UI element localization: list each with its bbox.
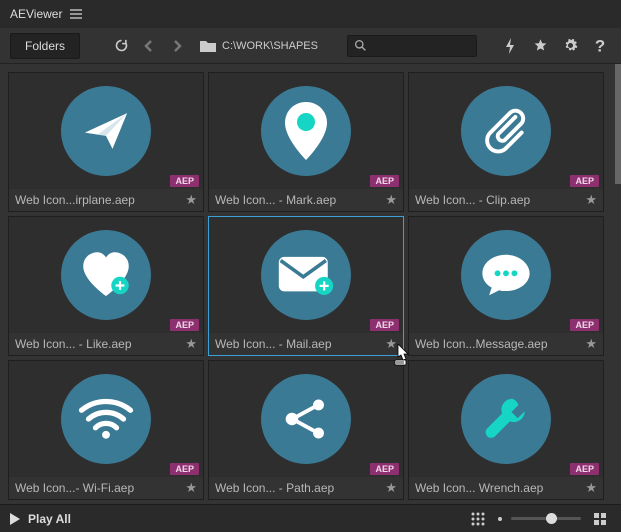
toolbar: Folders C:\WORK\SHAPES ? [0, 28, 621, 64]
filetype-badge: AEP [370, 463, 399, 475]
thumbnail[interactable]: AEP [209, 217, 403, 333]
folder-icon [200, 39, 216, 52]
svg-text:?: ? [594, 37, 604, 55]
caption-bar: Web Icon... Wrench.aep ★ [409, 477, 603, 499]
refresh-icon[interactable] [110, 35, 132, 57]
item-label: Web Icon... - Clip.aep [415, 193, 581, 207]
wifi-icon [61, 374, 151, 464]
footer: Play All [0, 504, 621, 532]
back-arrow-icon[interactable] [138, 35, 160, 57]
item-label: Web Icon...Message.aep [415, 337, 581, 351]
map-pin-icon [261, 86, 351, 176]
caption-bar: Web Icon...Message.aep ★ [409, 333, 603, 355]
zoom-slider[interactable] [511, 517, 581, 520]
titlebar: AEViewer [0, 0, 621, 28]
filetype-badge: AEP [370, 175, 399, 187]
folders-button[interactable]: Folders [10, 33, 80, 59]
favorite-star-icon[interactable]: ★ [385, 192, 397, 208]
filetype-badge: AEP [570, 175, 599, 187]
favorite-star-icon[interactable]: ★ [385, 336, 397, 352]
thumbnail[interactable]: AEP [9, 361, 203, 477]
item-label: Web Icon... - Like.aep [15, 337, 181, 351]
caption-bar: Web Icon... - Like.aep ★ [9, 333, 203, 355]
slider-dot-left [497, 516, 503, 522]
favorite-star-icon[interactable]: ★ [385, 480, 397, 496]
item-label: Web Icon...- Wi-Fi.aep [15, 481, 181, 495]
lightning-icon[interactable] [499, 35, 521, 57]
grid-item[interactable]: AEP Web Icon... - Mail.aep ★ [208, 216, 404, 356]
paperclip-icon [461, 86, 551, 176]
item-label: Web Icon... - Path.aep [215, 481, 381, 495]
item-label: Web Icon... - Mark.aep [215, 193, 381, 207]
caption-bar: Web Icon... - Path.aep ★ [209, 477, 403, 499]
grid-dots-icon[interactable] [467, 508, 489, 530]
grid-item[interactable]: AEP Web Icon... - Mark.aep ★ [208, 72, 404, 212]
caption-bar: Web Icon... - Clip.aep ★ [409, 189, 603, 211]
thumbnail-grid: AEP Web Icon...irplane.aep ★ AEP Web Ico… [8, 72, 613, 500]
favorite-star-icon[interactable]: ★ [585, 480, 597, 496]
play-icon[interactable] [10, 513, 20, 525]
thumbnail[interactable]: AEP [409, 217, 603, 333]
favorite-star-icon[interactable]: ★ [585, 336, 597, 352]
grid-item[interactable]: AEP Web Icon...irplane.aep ★ [8, 72, 204, 212]
grid-item[interactable]: AEP Web Icon... - Like.aep ★ [8, 216, 204, 356]
heart-plus-icon [61, 230, 151, 320]
favorite-star-icon[interactable]: ★ [185, 192, 197, 208]
filetype-badge: AEP [570, 319, 599, 331]
grid-item[interactable]: AEP Web Icon... Wrench.aep ★ [408, 360, 604, 500]
caption-bar: Web Icon...irplane.aep ★ [9, 189, 203, 211]
grid-item[interactable]: AEP Web Icon...Message.aep ★ [408, 216, 604, 356]
thumbnail[interactable]: AEP [409, 361, 603, 477]
thumbnail[interactable]: AEP [409, 73, 603, 189]
favorite-star-icon[interactable]: ★ [185, 480, 197, 496]
thumbnail[interactable]: AEP [209, 361, 403, 477]
toolbar-right-icons: ? [499, 35, 611, 57]
filetype-badge: AEP [370, 319, 399, 331]
share-nodes-icon [261, 374, 351, 464]
hamburger-icon[interactable] [70, 9, 82, 19]
thumbnail[interactable]: AEP [9, 73, 203, 189]
play-all-label[interactable]: Play All [28, 512, 71, 526]
caption-bar: Web Icon...- Wi-Fi.aep ★ [9, 477, 203, 499]
filetype-badge: AEP [170, 463, 199, 475]
zoom-slider-knob[interactable] [546, 513, 557, 524]
help-icon[interactable]: ? [589, 35, 611, 57]
content-area: AEP Web Icon...irplane.aep ★ AEP Web Ico… [0, 64, 621, 504]
path-box[interactable]: C:\WORK\SHAPES [194, 39, 324, 52]
paper-plane-icon [61, 86, 151, 176]
mail-plus-icon [261, 230, 351, 320]
filetype-badge: AEP [170, 319, 199, 331]
chat-icon [461, 230, 551, 320]
grid-squares-icon[interactable] [589, 508, 611, 530]
forward-arrow-icon[interactable] [166, 35, 188, 57]
search-icon [354, 39, 367, 52]
path-text: C:\WORK\SHAPES [222, 40, 318, 52]
filetype-badge: AEP [170, 175, 199, 187]
thumbnail[interactable]: AEP [209, 73, 403, 189]
grid-item[interactable]: AEP Web Icon... - Path.aep ★ [208, 360, 404, 500]
thumbnail[interactable]: AEP [9, 217, 203, 333]
star-icon[interactable] [529, 35, 551, 57]
wrench-icon [461, 374, 551, 464]
grid-item[interactable]: AEP Web Icon... - Clip.aep ★ [408, 72, 604, 212]
favorite-star-icon[interactable]: ★ [185, 336, 197, 352]
caption-bar: Web Icon... - Mail.aep ★ [209, 333, 403, 355]
favorite-star-icon[interactable]: ★ [585, 192, 597, 208]
caption-bar: Web Icon... - Mark.aep ★ [209, 189, 403, 211]
scrollbar[interactable] [615, 64, 621, 184]
gear-icon[interactable] [559, 35, 581, 57]
search-input[interactable] [347, 35, 477, 57]
item-label: Web Icon... Wrench.aep [415, 481, 581, 495]
item-label: Web Icon...irplane.aep [15, 193, 181, 207]
item-label: Web Icon... - Mail.aep [215, 337, 381, 351]
filetype-badge: AEP [570, 463, 599, 475]
grid-item[interactable]: AEP Web Icon...- Wi-Fi.aep ★ [8, 360, 204, 500]
app-title: AEViewer [10, 7, 62, 21]
